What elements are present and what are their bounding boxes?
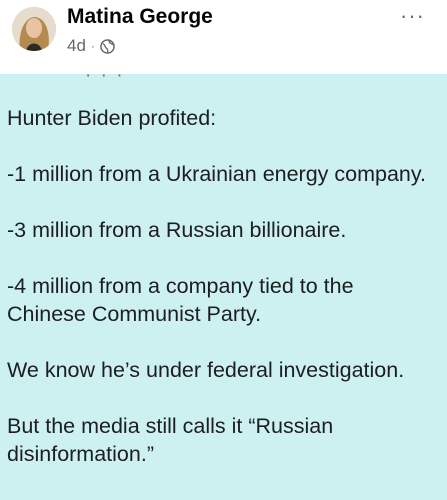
avatar-photo	[12, 7, 56, 51]
post-body: Hunter Biden profited: -1 million from a …	[7, 104, 426, 468]
post-text-line: -3 million from a Russian billionaire.	[7, 218, 347, 242]
post-paragraph: -1 million from a Ukrainian energy compa…	[7, 160, 426, 188]
avatar[interactable]	[12, 7, 56, 51]
meta-separator: ·	[90, 39, 95, 53]
globe-icon	[100, 38, 115, 54]
post-text-line: But the media still calls it “Russian	[7, 414, 334, 438]
post-paragraph: But the media still calls it “Russian dis…	[7, 412, 426, 468]
more-options-icon[interactable]: ···	[400, 3, 425, 29]
post-text-line: Chinese Communist Party.	[7, 302, 262, 326]
post-text-line: Hunter Biden profited:	[7, 106, 217, 130]
post-paragraph: We know he’s under federal investigation…	[7, 356, 426, 384]
post-header: Matina George 4d · ···	[0, 0, 447, 74]
post-text-card: · · · Hunter Biden profited: -1 million f…	[0, 74, 447, 500]
post-paragraph: Hunter Biden profited:	[7, 104, 426, 132]
author-name[interactable]: Matina George	[67, 5, 213, 29]
post-text-line: -4 million from a company tied to the	[7, 274, 354, 298]
post-text-line: disinformation.”	[7, 442, 154, 466]
post-text-line: We know he’s under federal investigation…	[7, 358, 405, 382]
post-paragraph: -3 million from a Russian billionaire.	[7, 216, 426, 244]
cropped-text-line: · · ·	[85, 74, 125, 86]
post-meta: 4d ·	[67, 36, 115, 56]
post-text-line: -1 million from a Ukrainian energy compa…	[7, 162, 427, 186]
post-timestamp[interactable]: 4d	[67, 36, 86, 56]
post-paragraph: -4 million from a company tied to the Chi…	[7, 272, 426, 328]
